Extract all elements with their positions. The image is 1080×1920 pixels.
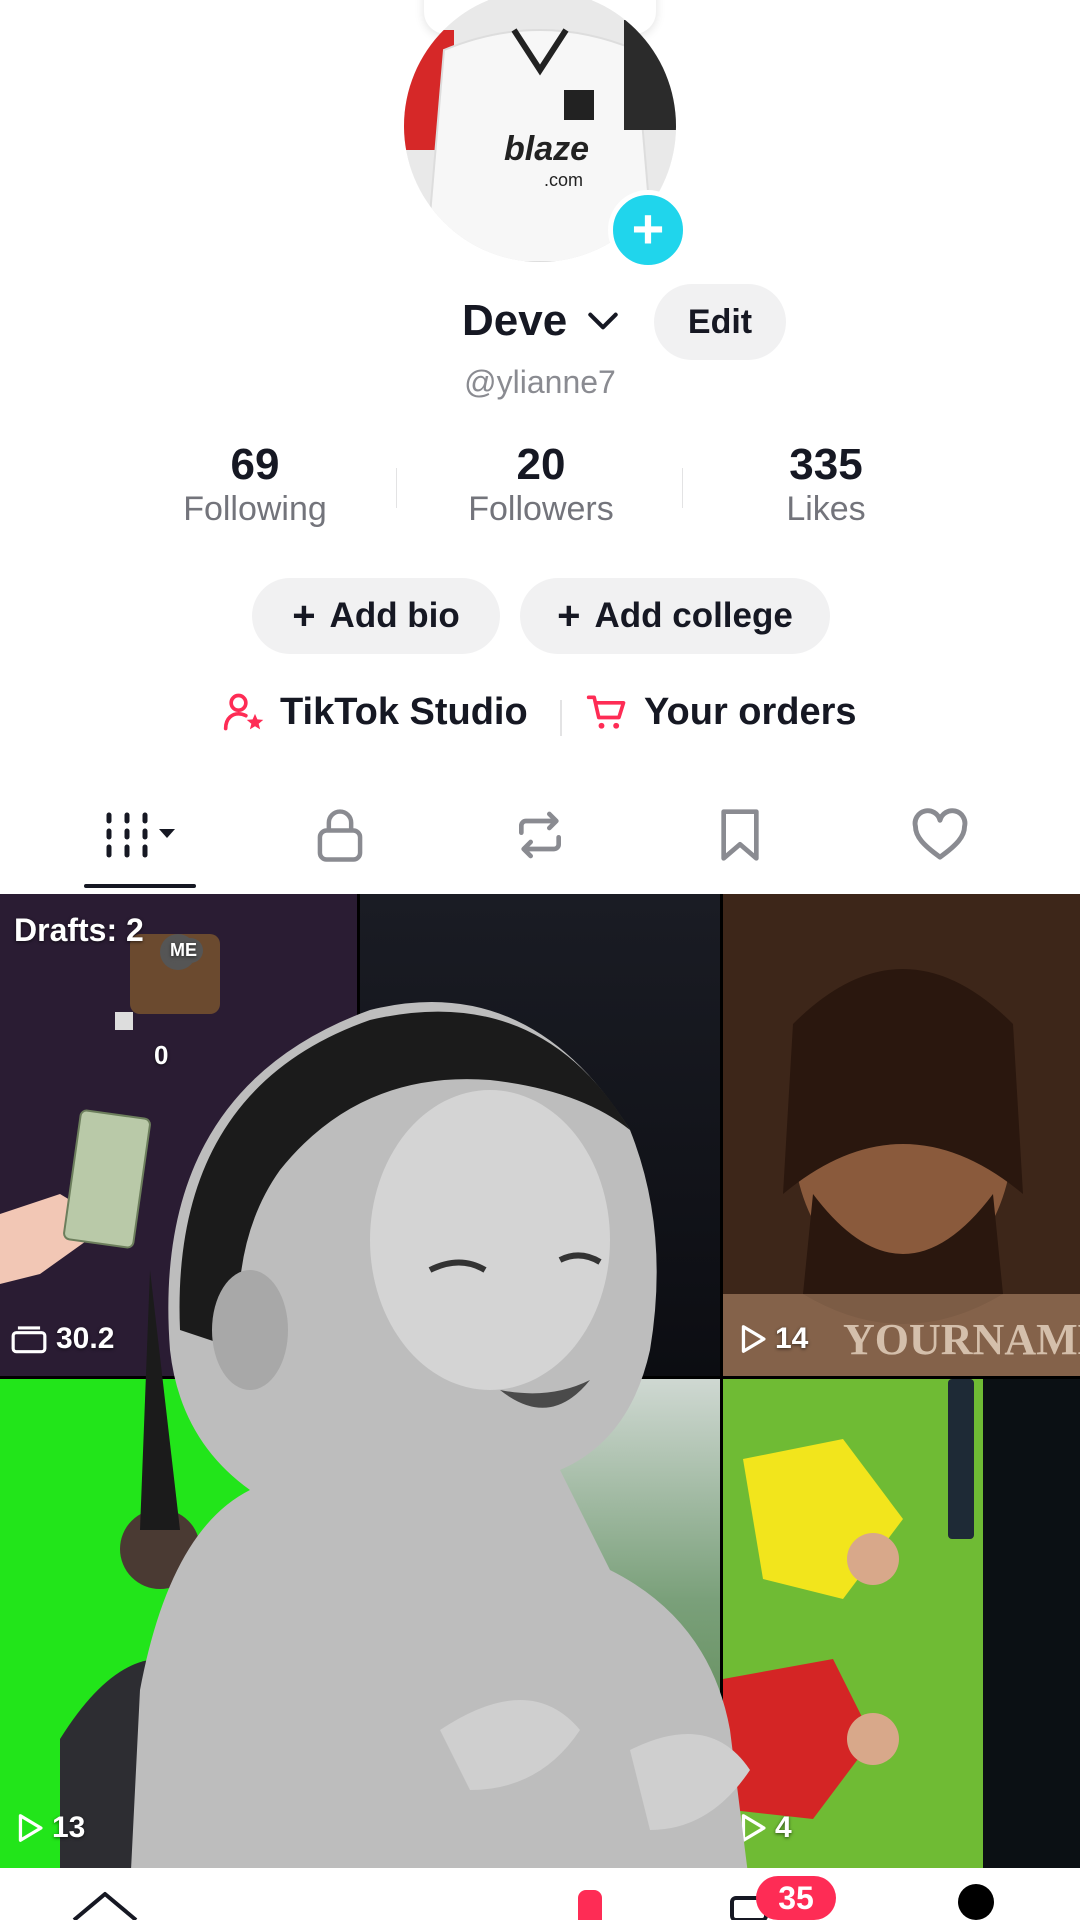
- stat-likes[interactable]: 335 Likes: [706, 440, 946, 529]
- view-count-value: 30.2: [56, 1322, 115, 1355]
- tab-private[interactable]: [240, 800, 440, 870]
- view-count: 13: [16, 1811, 85, 1845]
- your-orders-link[interactable]: Your orders: [584, 690, 857, 734]
- play-icon: [18, 1814, 43, 1842]
- your-orders-label: Your orders: [644, 690, 857, 733]
- plus-icon: +: [631, 197, 665, 260]
- create-button[interactable]: [578, 1890, 602, 1920]
- drafts-label: Drafts: 2: [14, 912, 144, 948]
- view-count: 30.2: [10, 1322, 114, 1356]
- username: @ylianne7: [464, 364, 616, 400]
- tiktok-studio-link[interactable]: TikTok Studio: [222, 690, 528, 734]
- grid-icon: [106, 812, 175, 858]
- drafts-icon: [11, 1326, 47, 1354]
- stat-label: Following: [183, 490, 327, 528]
- plus-icon: +: [557, 593, 581, 638]
- stat-following[interactable]: 69 Following: [135, 440, 375, 529]
- link-divider: [560, 700, 562, 736]
- stat-divider: [682, 468, 683, 508]
- tab-videos[interactable]: [40, 800, 240, 870]
- home-icon[interactable]: [70, 1888, 140, 1920]
- add-college-label: Add college: [594, 596, 793, 635]
- me-badge: ME: [164, 938, 203, 963]
- bottom-nav: [0, 1868, 1080, 1920]
- view-count-value: 13: [52, 1811, 86, 1844]
- display-name[interactable]: Deve: [462, 296, 567, 346]
- plus-icon: +: [292, 593, 316, 638]
- tiktok-studio-label: TikTok Studio: [280, 690, 528, 733]
- inbox-badge: 35: [756, 1876, 836, 1920]
- bookmark-icon: [721, 809, 759, 861]
- chevron-down-icon[interactable]: [584, 302, 622, 340]
- repost-icon: [519, 811, 561, 859]
- add-bio-button[interactable]: + Add bio: [252, 578, 500, 654]
- add-college-button[interactable]: + Add college: [520, 578, 830, 654]
- stat-followers[interactable]: 20 Followers: [421, 440, 661, 529]
- add-bio-label: Add bio: [329, 596, 460, 635]
- stat-value: 69: [230, 440, 280, 489]
- heart-icon: [912, 808, 968, 860]
- creator-star-icon: [223, 693, 264, 731]
- stat-divider: [396, 468, 397, 508]
- tab-reposts[interactable]: [440, 800, 640, 870]
- tab-favorites[interactable]: [640, 800, 840, 870]
- stat-label: Likes: [786, 490, 866, 528]
- cart-icon: [586, 695, 626, 729]
- stat-value: 335: [789, 440, 863, 489]
- add-avatar-button[interactable]: +: [608, 190, 688, 270]
- stat-label: Followers: [468, 490, 614, 528]
- stat-value: 20: [516, 440, 566, 489]
- baby-overlay-image: [130, 1002, 750, 1890]
- video-watermark: YOURNAME: [843, 1315, 1080, 1364]
- lock-icon: [317, 809, 363, 862]
- svg-text:blaze: blaze: [504, 130, 589, 168]
- active-tab-indicator: [84, 884, 196, 888]
- tab-liked[interactable]: [840, 800, 1040, 870]
- edit-profile-button[interactable]: Edit: [654, 284, 786, 360]
- svg-text:.com: .com: [544, 170, 583, 190]
- profile-nav-icon[interactable]: [958, 1884, 994, 1920]
